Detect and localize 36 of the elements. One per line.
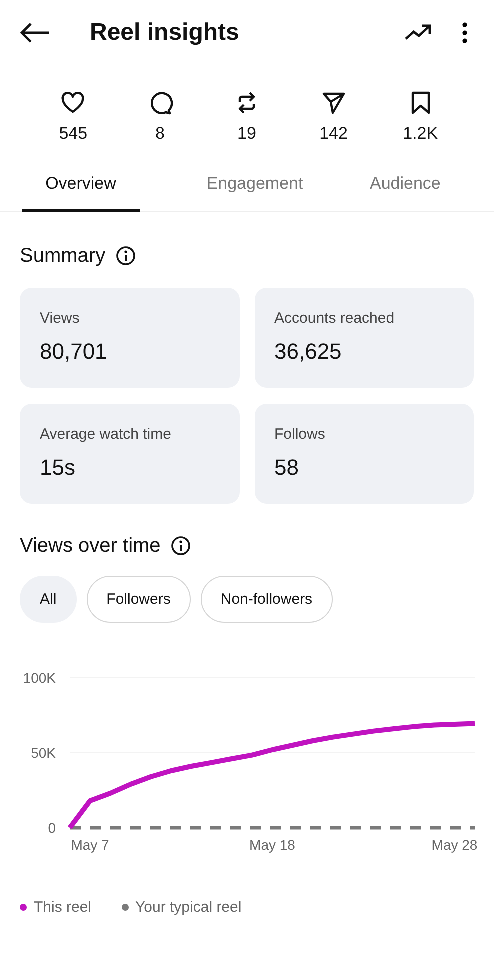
axis-label: 0 (48, 820, 56, 836)
info-icon[interactable] (116, 246, 136, 266)
metric-value: 36,625 (274, 339, 343, 365)
axis-label: 50K (31, 745, 56, 761)
heart-icon[interactable] (60, 90, 86, 116)
more-menu-icon[interactable] (462, 22, 468, 44)
metric-value: 15s (40, 455, 76, 481)
axis-label: May 18 (250, 837, 296, 853)
filter-chip[interactable]: All (20, 576, 77, 623)
axis-label: May 7 (71, 837, 110, 853)
tab[interactable]: Overview (22, 164, 140, 212)
section-title: Views over time (20, 534, 161, 558)
section-title: Summary (20, 244, 106, 268)
page-title: Reel insights (90, 19, 240, 47)
stat-count: 8 (155, 124, 165, 144)
paper-plane-icon[interactable] (320, 90, 347, 116)
tab[interactable]: Engagement (196, 164, 314, 212)
metric-label: Accounts reached (274, 310, 396, 327)
stat-count: 545 (59, 124, 88, 144)
axis-label: 100K (23, 670, 56, 686)
stat-count: 19 (238, 124, 256, 144)
metric-label: Views (40, 310, 81, 327)
legend-label: This reel (34, 899, 92, 916)
filter-chip[interactable]: Followers (86, 576, 191, 623)
legend-label: Your typical reel (136, 899, 242, 916)
metric-value: 58 (274, 455, 300, 481)
metric-label: Follows (274, 426, 326, 443)
stat-count: 142 (320, 124, 348, 144)
back-arrow-icon[interactable] (20, 22, 50, 44)
metric-value: 80,701 (40, 339, 108, 365)
axis-label: May 28 (432, 837, 478, 853)
stat-count: 1.2K (403, 124, 438, 144)
metric-label: Average watch time (40, 426, 172, 443)
info-icon[interactable] (170, 536, 191, 556)
tab[interactable]: Audience (370, 164, 441, 212)
filter-chip[interactable]: Non-followers (200, 576, 333, 623)
